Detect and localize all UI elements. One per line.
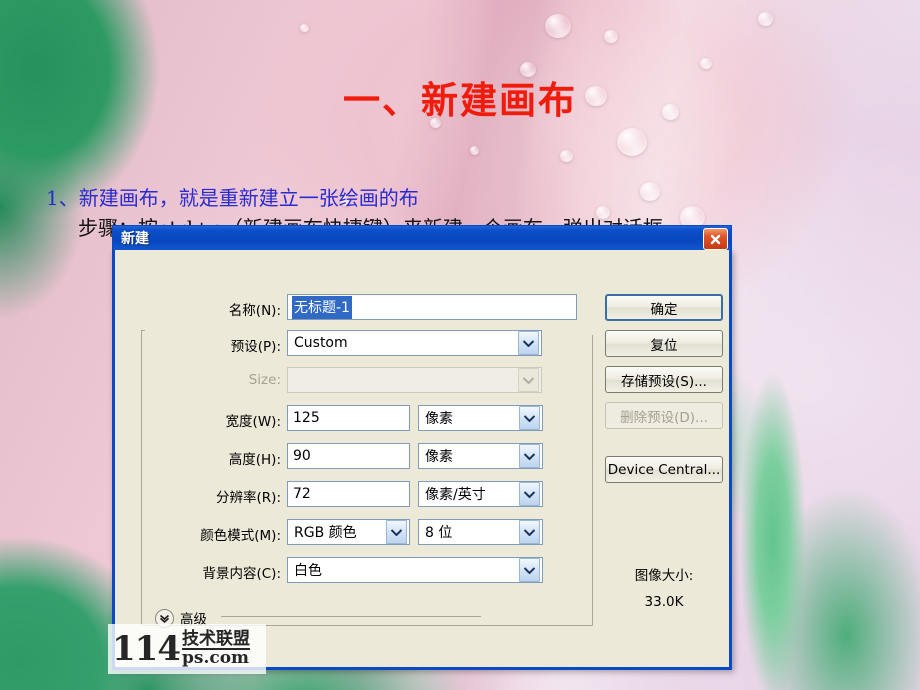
device-central-button[interactable]: Device Central...	[605, 456, 723, 483]
slide-canvas: 一、新建画布 1、新建画布，就是重新建立一张绘画的布 步骤：按ctrl+n（新建…	[0, 0, 920, 690]
color-mode-select[interactable]: RGB 颜色	[287, 519, 410, 545]
width-unit-select[interactable]: 像素	[418, 405, 543, 431]
delete-preset-button: 删除预设(D)...	[605, 402, 723, 429]
chevron-down-icon	[519, 482, 540, 506]
height-input[interactable]: 90	[287, 443, 410, 469]
resolution-label: 分辨率(R):	[216, 490, 281, 506]
chevron-down-icon	[519, 520, 540, 544]
height-unit-select[interactable]: 像素	[418, 443, 543, 469]
image-size-label: 图像大小:	[634, 568, 694, 584]
image-size-value: 33.0K	[644, 594, 684, 610]
name-label: 名称(N):	[228, 303, 281, 319]
ok-button[interactable]: 确定	[605, 294, 723, 321]
size-label: Size:	[248, 372, 281, 388]
resolution-unit-select[interactable]: 像素/英寸	[418, 481, 543, 507]
watermark-number: 114	[112, 629, 181, 669]
name-input[interactable]: 无标题-1	[287, 294, 577, 320]
width-unit-value: 像素	[425, 411, 453, 427]
dialog-title: 新建	[121, 231, 149, 247]
width-input-value: 125	[293, 410, 320, 426]
background-contents-label: 背景内容(C):	[202, 566, 281, 582]
preset-select-value: Custom	[294, 335, 348, 351]
watermark-domain: ps.com	[181, 648, 250, 668]
dialog-body: 名称(N): 无标题-1 预设(P): Custom Size: 宽度(W): …	[115, 250, 729, 667]
dialog-titlebar: 新建	[112, 225, 732, 250]
chevron-down-icon	[519, 444, 540, 468]
advanced-separator	[221, 616, 481, 617]
preset-label: 预设(P):	[230, 339, 281, 355]
resolution-input[interactable]: 72	[287, 481, 410, 507]
watermark-text: 技术联盟 ps.com	[181, 630, 250, 668]
width-input[interactable]: 125	[287, 405, 410, 431]
bullet-line-blue: 1、新建画布，就是重新建立一张绘画的布	[46, 186, 419, 210]
chevron-down-icon	[519, 558, 540, 582]
color-mode-value: RGB 颜色	[294, 525, 357, 541]
resolution-input-value: 72	[293, 486, 311, 502]
chevron-down-icon-disabled	[518, 368, 539, 392]
color-mode-label: 颜色模式(M):	[200, 528, 281, 544]
width-label: 宽度(W):	[225, 414, 281, 430]
bit-depth-value: 8 位	[425, 525, 453, 541]
chevron-down-icon	[518, 331, 539, 355]
chevron-down-icon	[386, 520, 407, 544]
height-unit-value: 像素	[425, 449, 453, 465]
bit-depth-select[interactable]: 8 位	[418, 519, 543, 545]
chevron-down-icon	[519, 406, 540, 430]
preset-select[interactable]: Custom	[287, 330, 542, 356]
background-contents-value: 白色	[294, 563, 322, 579]
background-contents-select[interactable]: 白色	[287, 557, 543, 583]
slide-title: 一、新建画布	[343, 78, 577, 122]
watermark: 114 技术联盟 ps.com	[108, 624, 266, 674]
height-input-value: 90	[293, 448, 311, 464]
name-input-value: 无标题-1	[292, 295, 352, 319]
height-label: 高度(H):	[228, 452, 281, 468]
reset-button[interactable]: 复位	[605, 330, 723, 357]
save-preset-button[interactable]: 存储预设(S)...	[605, 366, 723, 393]
new-document-dialog: 新建 名称(N): 无标题-1 预设(P): Custom Size: 宽度(W…	[112, 225, 732, 670]
close-icon[interactable]	[703, 228, 728, 250]
resolution-unit-value: 像素/英寸	[425, 487, 486, 503]
size-select	[287, 367, 542, 393]
